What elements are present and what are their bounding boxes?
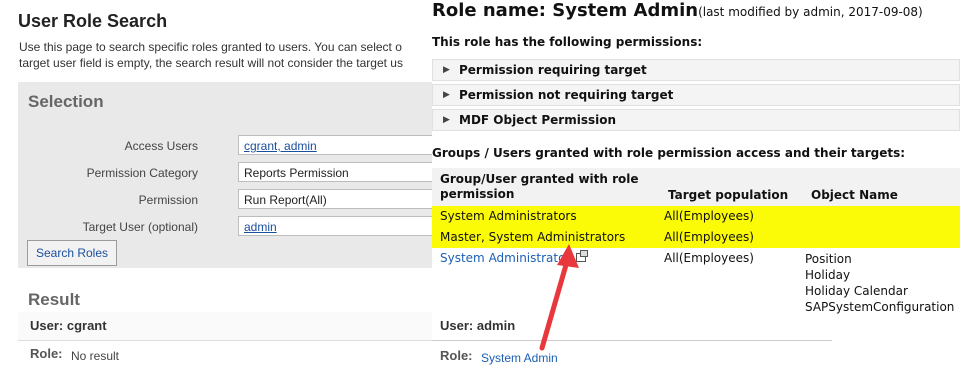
groups-intro: Groups / Users granted with role permiss… (432, 146, 906, 160)
access-users-label: Access Users (124, 139, 198, 153)
object-name: SAPSystemConfiguration (805, 300, 955, 314)
object-name: Holiday Calendar (805, 284, 908, 298)
role-detail-panel: Role name: System Admin(last modified by… (432, 0, 960, 368)
permission-category-label: Permission Category (86, 166, 198, 180)
result-user-row: User: cgrant (18, 312, 432, 341)
triangle-right-icon: ▶ (443, 90, 450, 100)
group-link[interactable]: System Administrato (440, 251, 565, 265)
page-title: User Role Search (18, 11, 168, 31)
mdf-object-permission-section[interactable]: ▶ MDF Object Permission (432, 109, 960, 131)
section-label: MDF Object Permission (459, 113, 617, 127)
page-description-line2: target user field is empty, the search r… (19, 56, 403, 70)
result-role-label: Role: (30, 346, 63, 361)
column-header-target: Target population (668, 188, 789, 202)
object-cell: Position Holiday Holiday Calendar SAPSys… (805, 251, 954, 315)
permissions-intro: This role has the following permissions: (432, 35, 703, 49)
role-name-text: Role name: System Admin (432, 0, 699, 21)
selection-title: Selection (28, 92, 104, 111)
selection-section: Selection Access Users cgrant, admin Per… (18, 82, 432, 268)
user-role-search-panel: User Role Search Use this page to search… (0, 0, 432, 368)
group-cell: Master, System Administrators (440, 230, 626, 244)
result-user-label: User: cgrant (30, 318, 107, 333)
target-cell: All(Employees) (664, 251, 754, 265)
search-roles-button[interactable]: Search Roles (27, 240, 117, 266)
page-description-line1: Use this page to search specific roles g… (19, 40, 402, 54)
access-users-field[interactable]: cgrant, admin (238, 135, 432, 155)
column-header-group: Group/User granted with role permission (440, 172, 639, 201)
target-user-field[interactable]: admin (238, 216, 432, 236)
table-row: System Administrato All(Employees) Posit… (432, 248, 960, 315)
section-label: Permission requiring target (459, 63, 647, 77)
permission-not-requiring-target-section[interactable]: ▶ Permission not requiring target (432, 84, 960, 106)
permission-category-select[interactable]: Reports Permission (238, 162, 432, 182)
result-user-label: User: admin (440, 318, 516, 333)
permission-requiring-target-section[interactable]: ▶ Permission requiring target (432, 59, 960, 81)
section-label: Permission not requiring target (459, 88, 674, 102)
target-cell: All(Employees) (664, 209, 754, 223)
group-cell: System Administrators (440, 209, 577, 223)
table-header: Group/User granted with role permission … (432, 168, 960, 207)
result-role-value: No result (71, 349, 120, 363)
target-user-label: Target User (optional) (82, 220, 198, 234)
object-name: Holiday (805, 268, 851, 282)
result-role-label: Role: (440, 348, 473, 363)
object-name: Position (805, 252, 852, 266)
triangle-right-icon: ▶ (443, 65, 450, 75)
table-row: System Administrators All(Employees) (432, 206, 960, 227)
target-cell: All(Employees) (664, 230, 754, 244)
table-row: Master, System Administrators All(Employ… (432, 227, 960, 248)
column-header-object: Object Name (811, 188, 898, 202)
external-window-icon[interactable] (576, 250, 588, 262)
role-grant-table: Group/User granted with role permission … (432, 168, 960, 315)
permission-select[interactable]: Run Report(All) (238, 189, 432, 209)
result-title: Result (28, 290, 80, 309)
permission-label: Permission (138, 193, 198, 207)
role-last-modified: (last modified by admin, 2017-09-08) (698, 5, 923, 19)
role-name-heading: Role name: System Admin(last modified by… (432, 0, 923, 21)
system-admin-role-link[interactable]: System Admin (481, 351, 558, 365)
result-role-row: Role: No result (18, 342, 432, 368)
triangle-right-icon: ▶ (443, 115, 450, 125)
divider (432, 340, 832, 341)
